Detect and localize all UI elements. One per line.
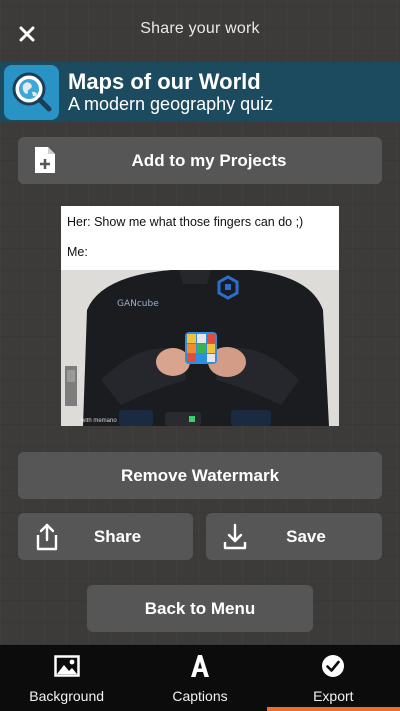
shirt-text: GANcube: [117, 299, 159, 309]
check-circle-icon: [321, 653, 345, 679]
add-file-icon: [35, 147, 55, 173]
share-button[interactable]: Share: [18, 513, 193, 560]
remove-watermark-label: Remove Watermark: [120, 465, 280, 485]
watermark-text: with memario: [81, 418, 117, 424]
top-bar: Share your work: [0, 0, 400, 62]
page-title: Share your work: [140, 20, 260, 37]
back-to-menu-label: Back to Menu: [144, 598, 256, 618]
nav-background-label: Background: [29, 688, 105, 704]
bottom-nav: Background Captions Export: [0, 645, 400, 711]
nav-captions[interactable]: Captions: [133, 645, 266, 711]
meme-preview: Her: Show me what those fingers can do ;…: [61, 206, 339, 426]
share-screen: Share your work Maps of our World A mode…: [0, 0, 400, 711]
nav-export[interactable]: Export: [266, 645, 400, 711]
project-banner: Maps of our World A modern geography qui…: [0, 62, 400, 122]
share-label: Share: [93, 526, 142, 546]
save-label: Save: [286, 526, 326, 546]
close-button[interactable]: [14, 21, 40, 47]
nav-export-label: Export: [313, 688, 354, 704]
text-a-icon: [189, 653, 211, 679]
meme-caption-line2: Me:: [67, 244, 88, 259]
meme-photo: GANcube with memario: [61, 270, 339, 426]
meme-caption: Her: Show me what those fingers can do ;…: [61, 206, 339, 270]
add-to-projects-label: Add to my Projects: [131, 150, 287, 170]
nav-captions-label: Captions: [172, 688, 228, 704]
banner-subtitle: A modern geography quiz: [68, 94, 274, 115]
remove-watermark-button[interactable]: Remove Watermark: [18, 452, 382, 499]
save-button[interactable]: Save: [206, 513, 382, 560]
banner-title: Maps of our World: [68, 69, 261, 94]
meme-caption-line1: Her: Show me what those fingers can do ;…: [67, 215, 304, 229]
add-to-projects-button[interactable]: Add to my Projects: [18, 137, 382, 184]
close-icon: [19, 26, 35, 42]
back-to-menu-button[interactable]: Back to Menu: [87, 585, 313, 632]
image-icon: [53, 653, 80, 679]
share-icon: [36, 523, 58, 551]
nav-background[interactable]: Background: [0, 645, 133, 711]
globe-search-icon: [4, 64, 59, 120]
download-icon: [223, 523, 247, 550]
